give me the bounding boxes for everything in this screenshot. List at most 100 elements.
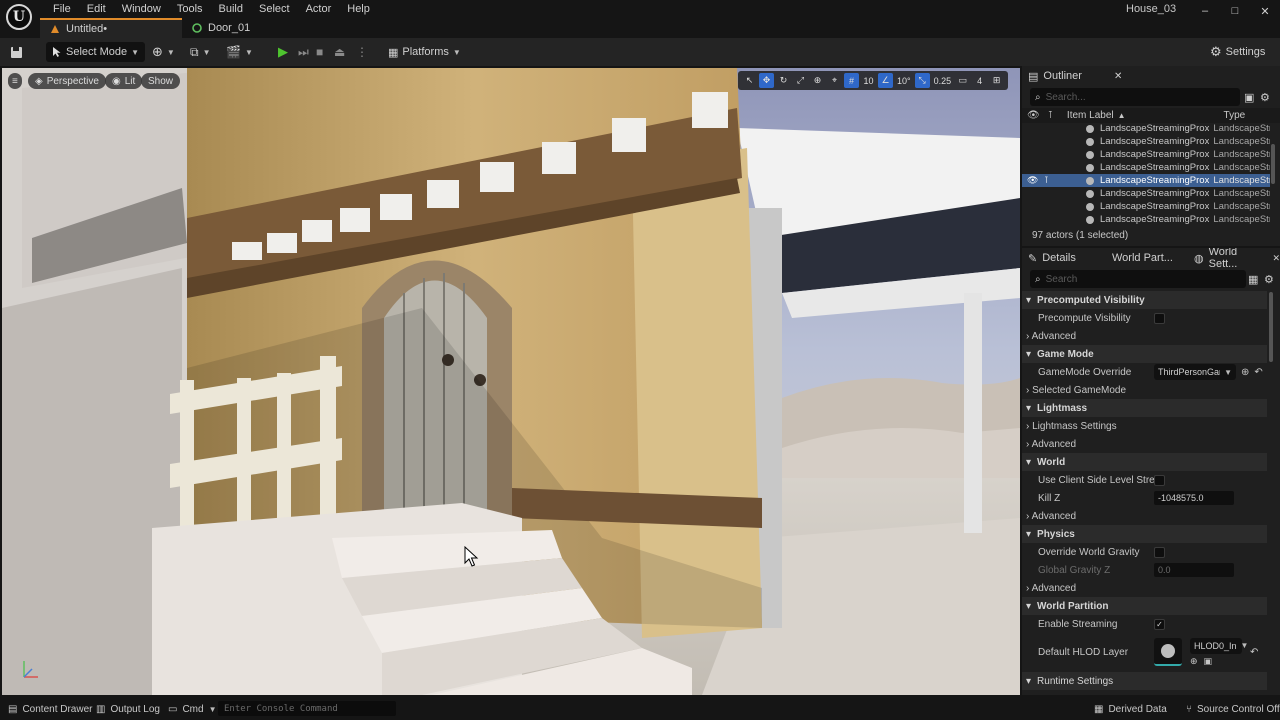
view-options-icon[interactable]: ▦	[1248, 269, 1258, 289]
category-game-mode[interactable]: ▾ Game Mode	[1022, 345, 1267, 363]
reset-arrow-icon[interactable]: ↶	[1254, 367, 1262, 378]
camera-speed-icon[interactable]: ▭	[955, 73, 970, 88]
outliner-tab[interactable]: ▤ Outliner	[1028, 66, 1082, 86]
close-icon[interactable]: ✕	[1272, 253, 1280, 264]
menu-build[interactable]: Build	[211, 2, 251, 16]
hlod-thumbnail[interactable]	[1154, 638, 1182, 666]
menu-edit[interactable]: Edit	[79, 2, 114, 16]
world-space-icon[interactable]: ⊕	[810, 73, 825, 88]
select-tool-icon[interactable]: ↖	[742, 73, 757, 88]
play-button[interactable]: ▶	[278, 42, 288, 62]
console-command-input[interactable]: Enter Console Command	[218, 701, 396, 716]
details-scrollbar[interactable]	[1269, 292, 1273, 362]
type-column[interactable]: Type	[1224, 110, 1246, 121]
outliner-search-input[interactable]: ⌕ Search...	[1030, 88, 1240, 106]
derived-data-button[interactable]: ▦ Derived Data	[1094, 701, 1167, 717]
hlod-layer-dropdown[interactable]: HLOD0_In ▼	[1190, 637, 1248, 654]
override-gravity-checkbox[interactable]	[1154, 546, 1165, 558]
unreal-logo-icon[interactable]: U	[6, 4, 32, 30]
move-tool-icon[interactable]: ✥	[759, 73, 774, 88]
lit-button[interactable]: ◉ Lit	[105, 73, 143, 89]
output-log-button[interactable]: ▥ Output Log	[96, 701, 160, 717]
add-folder-icon[interactable]: ▣	[1244, 87, 1254, 107]
details-search-input[interactable]: ⌕ Search	[1030, 270, 1246, 288]
category-lightmass[interactable]: ▾ Lightmass	[1022, 399, 1267, 417]
pin-icon[interactable]: ⊺	[1048, 110, 1053, 121]
settings-button[interactable]: ⚙ Settings	[1210, 42, 1265, 62]
scale-tool-icon[interactable]: ⤢	[793, 73, 808, 88]
visibility-eye-icon[interactable]: 👁	[1027, 175, 1038, 186]
outliner-row-selected[interactable]: 👁 ⊺ LandscapeStreamingProxy_ LandscapeStr	[1022, 174, 1270, 187]
stop-button[interactable]: ■	[316, 42, 323, 62]
tab-world-partition[interactable]: World Part...	[1112, 248, 1173, 268]
outliner-row[interactable]: LandscapeStreamingProxy_ LandscapeStr	[1022, 213, 1270, 226]
tab-details[interactable]: ✎ Details	[1028, 248, 1076, 268]
advanced-expander[interactable]: › Advanced	[1022, 579, 1267, 597]
blueprints-button[interactable]: ⧉ ▼	[190, 42, 211, 62]
item-label-column[interactable]: Item Label	[1067, 110, 1114, 121]
menu-actor[interactable]: Actor	[298, 2, 340, 16]
level-viewport[interactable]: ≡ ◈ Perspective ◉ Lit Show ↖ ✥ ↻ ⤢ ⊕ ⌖ # 1…	[2, 68, 1020, 695]
camera-speed-value[interactable]: 4	[972, 73, 987, 88]
scale-snap-value[interactable]: 0.25	[932, 73, 954, 88]
menu-select[interactable]: Select	[251, 2, 298, 16]
maximize-button[interactable]: □	[1220, 0, 1250, 22]
step-button[interactable]: ⏭	[298, 42, 309, 62]
reset-arrow-icon[interactable]: ↶	[1250, 647, 1258, 658]
tab-door-01[interactable]: Door_01	[182, 18, 332, 38]
cinematics-button[interactable]: 🎬 ▼	[226, 42, 253, 62]
outliner-row[interactable]: LandscapeStreamingProxy_ LandscapeStr	[1022, 148, 1270, 161]
maximize-viewport-icon[interactable]: ⊞	[989, 73, 1004, 88]
menu-file[interactable]: File	[45, 2, 79, 16]
outliner-scrollbar[interactable]	[1271, 144, 1275, 184]
outliner-row[interactable]: LandscapeStreamingProxy_ LandscapeStr	[1022, 122, 1270, 135]
rotate-tool-icon[interactable]: ↻	[776, 73, 791, 88]
platforms-dropdown[interactable]: ▦ Platforms ▼	[388, 42, 461, 62]
rotation-snap-value[interactable]: 10°	[895, 73, 913, 88]
gamemode-override-dropdown[interactable]: ThirdPersonGame ▼	[1154, 364, 1236, 380]
advanced-expander[interactable]: › Advanced	[1022, 435, 1267, 453]
category-runtime-settings[interactable]: ▾ Runtime Settings	[1022, 672, 1267, 690]
menu-help[interactable]: Help	[339, 2, 378, 16]
close-icon[interactable]: ✕	[1114, 66, 1122, 86]
show-button[interactable]: Show	[141, 73, 181, 89]
close-window-button[interactable]: ✕	[1250, 0, 1280, 22]
global-gravity-input[interactable]: 0.0	[1154, 563, 1234, 577]
outliner-settings-icon[interactable]: ⚙	[1260, 87, 1270, 107]
client-side-streaming-checkbox[interactable]	[1154, 474, 1165, 486]
pin-icon[interactable]: ⊺	[1044, 175, 1049, 186]
select-mode-dropdown[interactable]: Select Mode ▼	[46, 42, 146, 62]
play-options-button[interactable]: ⋮	[356, 42, 368, 62]
cmd-dropdown[interactable]: ▭ Cmd ▼	[168, 701, 217, 717]
folder-icon[interactable]: ▣	[1204, 656, 1213, 667]
source-control-button[interactable]: ⑂ Source Control Off	[1186, 701, 1280, 717]
tab-untitled[interactable]: Untitled•	[40, 18, 182, 38]
menu-tools[interactable]: Tools	[169, 2, 211, 16]
selected-gamemode-expander[interactable]: › Selected GameMode	[1022, 381, 1267, 399]
browse-icon[interactable]: ⊕	[1241, 367, 1249, 378]
tab-world-settings[interactable]: ◍ World Sett... ✕	[1194, 248, 1280, 270]
minimize-button[interactable]: –	[1190, 0, 1220, 22]
browse-icon[interactable]: ⊕	[1190, 656, 1198, 667]
add-actor-button[interactable]: ⊕ ▼	[152, 42, 175, 62]
viewport-menu-button[interactable]: ≡	[8, 73, 22, 89]
content-drawer-button[interactable]: ▤ Content Drawer	[8, 701, 92, 717]
advanced-expander[interactable]: › Advanced	[1022, 327, 1267, 345]
category-precomputed-visibility[interactable]: ▾ Precomputed Visibility	[1022, 291, 1267, 309]
outliner-row[interactable]: LandscapeStreamingProxy_ LandscapeStr	[1022, 187, 1270, 200]
outliner-row[interactable]: LandscapeStreamingProxy_ LandscapeStr	[1022, 161, 1270, 174]
precompute-visibility-checkbox[interactable]	[1154, 312, 1165, 324]
menu-window[interactable]: Window	[114, 2, 169, 16]
enable-streaming-checkbox[interactable]: ✓	[1154, 618, 1165, 630]
grid-snap-icon[interactable]: #	[844, 73, 859, 88]
advanced-expander[interactable]: › Advanced	[1022, 507, 1267, 525]
kill-z-input[interactable]: -1048575.0	[1154, 491, 1234, 505]
eject-button[interactable]: ⏏	[334, 42, 345, 62]
grid-snap-value[interactable]: 10	[861, 73, 876, 88]
lightmass-settings-expander[interactable]: › Lightmass Settings	[1022, 417, 1267, 435]
save-button[interactable]	[10, 42, 23, 62]
rotation-snap-icon[interactable]: ∠	[878, 73, 893, 88]
outliner-row[interactable]: LandscapeStreamingProxy_ LandscapeStr	[1022, 200, 1270, 213]
category-world-partition[interactable]: ▾ World Partition	[1022, 597, 1267, 615]
surface-snap-icon[interactable]: ⌖	[827, 73, 842, 88]
